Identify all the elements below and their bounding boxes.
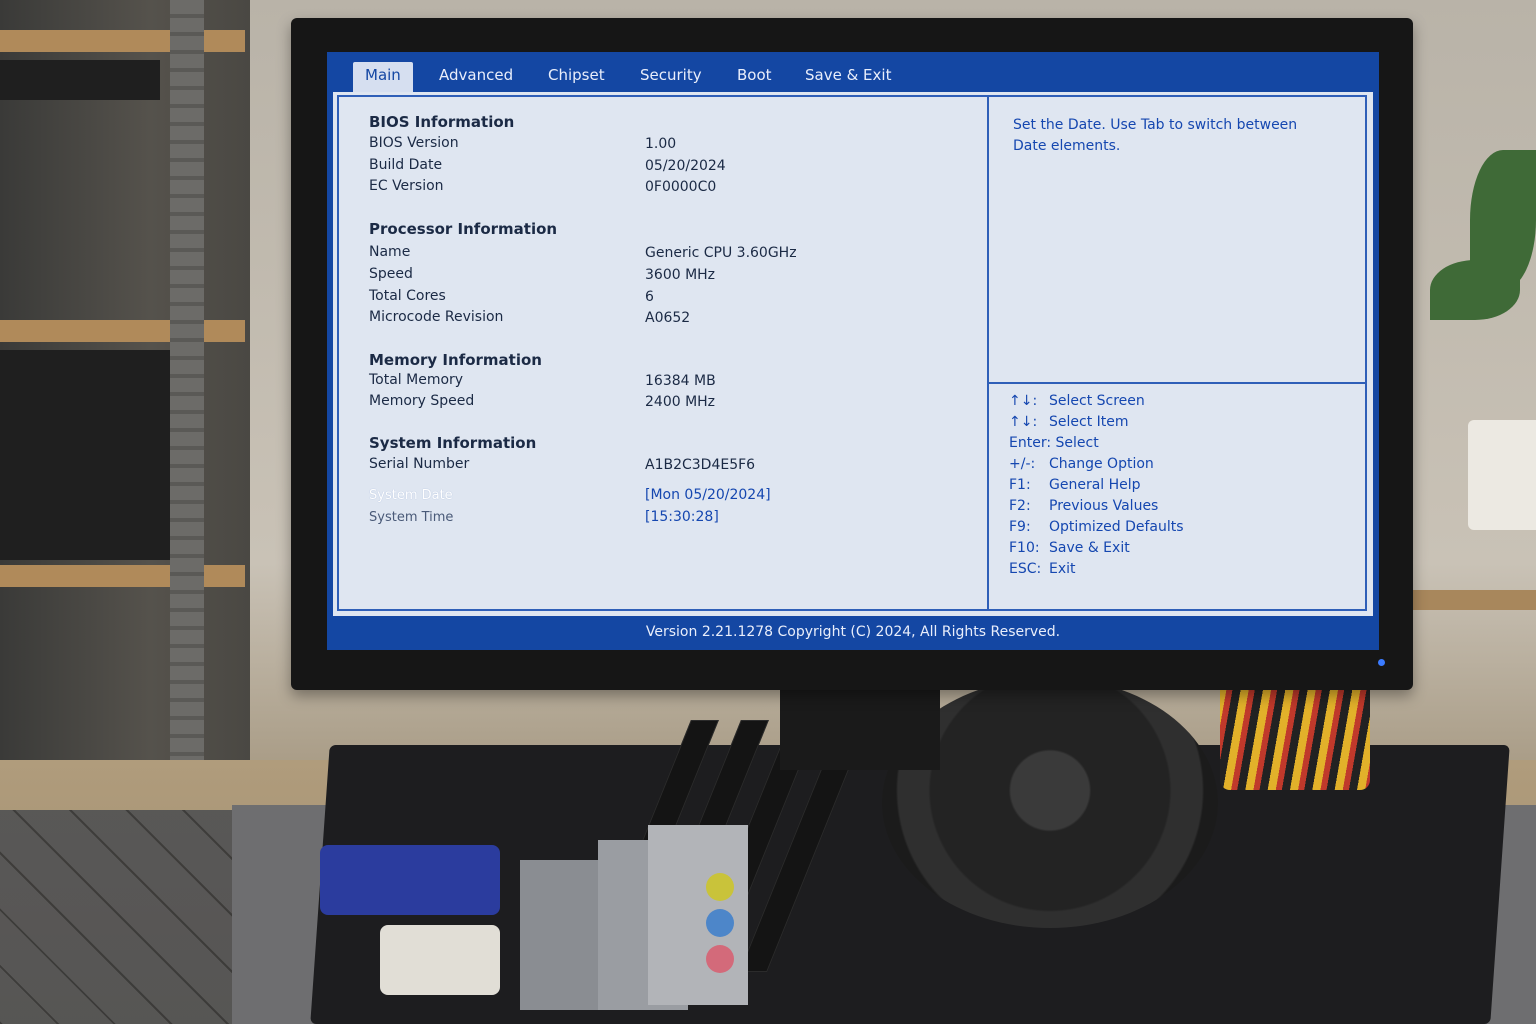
key-hint-action: Select Item	[1049, 414, 1129, 430]
cutting-mat	[0, 810, 250, 1024]
right-shelf	[1400, 590, 1536, 610]
tab-advanced[interactable]: Advanced	[427, 62, 525, 92]
key-hint-save-exit: F10: Save & Exit	[1009, 540, 1130, 556]
bios-version-label: BIOS Version	[369, 135, 459, 151]
audio-jack-icon	[706, 945, 734, 973]
tab-security[interactable]: Security	[628, 62, 714, 92]
system-info-title: System Information	[369, 434, 537, 452]
system-date-label[interactable]: System Date	[369, 488, 453, 503]
processor-info-title: Processor Information	[369, 220, 558, 238]
audio-jacks	[648, 825, 748, 1005]
tab-save-exit[interactable]: Save & Exit	[793, 62, 903, 92]
key-hint-exit: ESC: Exit	[1009, 561, 1076, 577]
content-area: BIOS Information BIOS Version 1.00 Build…	[333, 92, 1373, 616]
microcode-label: Microcode Revision	[369, 309, 504, 325]
total-cores-value: 6	[645, 289, 654, 305]
ec-version-value: 0F0000C0	[645, 179, 717, 195]
build-date-label: Build Date	[369, 157, 443, 173]
tab-boot[interactable]: Boot	[725, 62, 784, 92]
bios-version-value: 1.00	[645, 136, 677, 152]
tab-chipset[interactable]: Chipset	[536, 62, 617, 92]
key-hint-key: F9:	[1009, 519, 1031, 535]
key-hint-key: F2:	[1009, 498, 1031, 514]
key-hint-action: Exit	[1049, 561, 1076, 577]
key-hint-action: Optimized Defaults	[1049, 519, 1184, 535]
dvi-connector	[380, 925, 500, 995]
shelf-box	[0, 350, 170, 560]
key-hint-select-item: ↑↓: Select Item	[1009, 414, 1129, 430]
power-led-icon	[1378, 659, 1385, 666]
plant-leaf	[1430, 260, 1520, 320]
memory-info-title: Memory Information	[369, 351, 542, 369]
cpu-speed-label: Speed	[369, 266, 413, 282]
key-hint-action: Change Option	[1049, 456, 1154, 472]
total-memory-label: Total Memory	[369, 372, 464, 388]
shelf-board	[0, 320, 245, 342]
total-memory-value: 16384 MB	[645, 373, 716, 389]
audio-jack-icon	[706, 909, 734, 937]
memory-speed-value: 2400 MHz	[645, 394, 716, 410]
bios-info-title: BIOS Information	[369, 113, 515, 131]
key-hint-action: Select Screen	[1049, 393, 1145, 409]
key-hint-key: Enter:	[1009, 435, 1052, 451]
arrow-keys-icon: ↑↓:	[1009, 414, 1038, 430]
shelf-board	[0, 565, 245, 587]
monitor-stand	[780, 680, 940, 770]
tab-main[interactable]: Main	[353, 62, 413, 92]
bios-screen: Main Advanced Chipset Security Boot Save…	[327, 52, 1379, 650]
system-time-field[interactable]: [15:30:28]	[645, 509, 719, 525]
key-hint-optimized-defaults: F9: Optimized Defaults	[1009, 519, 1184, 535]
cpu-name-value: Generic CPU 3.60GHz	[645, 245, 797, 261]
version-footer: Version 2.21.1278 Copyright (C) 2024, Al…	[327, 616, 1379, 650]
key-hint-enter: Enter: Select	[1009, 435, 1099, 451]
serial-number-value: A1B2C3D4E5F6	[645, 457, 756, 473]
key-hint-action: Previous Values	[1049, 498, 1159, 514]
serial-number-label: Serial Number	[369, 456, 470, 472]
key-hint-key: F10:	[1009, 540, 1040, 556]
memory-speed-label: Memory Speed	[369, 393, 475, 409]
key-hint-key: F1:	[1009, 477, 1031, 493]
ec-version-label: EC Version	[369, 178, 444, 194]
system-time-label[interactable]: System Time	[369, 510, 453, 525]
microcode-value: A0652	[645, 310, 691, 326]
key-hint-action: Select	[1055, 435, 1099, 451]
help-divider	[989, 382, 1365, 384]
help-description: Set the Date. Use Tab to switch between …	[1013, 117, 1298, 154]
tab-bar: Main Advanced Chipset Security Boot Save…	[327, 52, 1379, 92]
shelf-box	[0, 60, 160, 100]
main-panel: BIOS Information BIOS Version 1.00 Build…	[337, 95, 987, 611]
key-hint-select-screen: ↑↓: Select Screen	[1009, 393, 1145, 409]
power-cable	[1220, 680, 1370, 790]
total-cores-label: Total Cores	[369, 288, 446, 304]
vga-connector	[320, 845, 500, 915]
background-shelf	[0, 0, 250, 770]
build-date-value: 05/20/2024	[645, 158, 726, 174]
cpu-speed-value: 3600 MHz	[645, 267, 716, 283]
key-hint-general-help: F1: General Help	[1009, 477, 1141, 493]
usb-ports	[520, 860, 600, 1010]
system-date-field[interactable]: [Mon 05/20/2024]	[645, 487, 771, 503]
key-hint-change-option: +/-: Change Option	[1009, 456, 1154, 472]
help-panel: Set the Date. Use Tab to switch between …	[987, 95, 1367, 611]
key-hint-action: Save & Exit	[1049, 540, 1130, 556]
shelf-board	[0, 30, 245, 52]
arrow-keys-icon: ↑↓:	[1009, 393, 1038, 409]
key-hint-action: General Help	[1049, 477, 1141, 493]
audio-jack-icon	[706, 873, 734, 901]
plant-pot	[1468, 420, 1536, 530]
shelf-post	[170, 0, 204, 770]
key-hint-key: +/-:	[1009, 456, 1036, 472]
key-hint-previous-values: F2: Previous Values	[1009, 498, 1158, 514]
key-hint-key: ESC:	[1009, 561, 1042, 577]
cpu-name-label: Name	[369, 244, 411, 260]
